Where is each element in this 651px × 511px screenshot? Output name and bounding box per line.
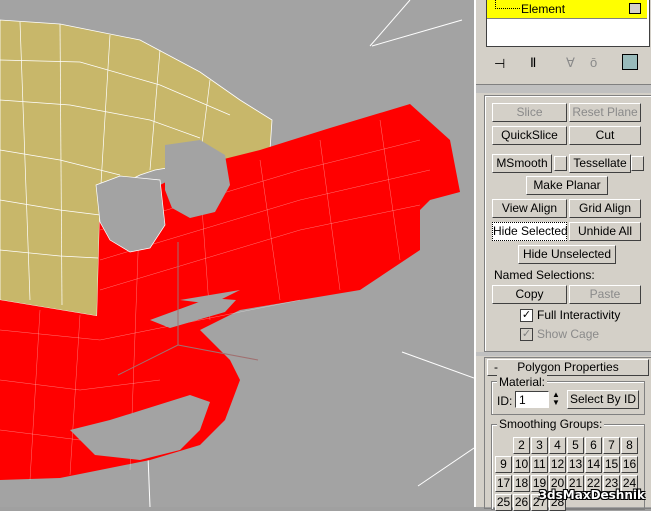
smoothing-group-6-button[interactable]: 6 — [585, 437, 602, 454]
material-id-spinner[interactable]: ▲ ▼ — [551, 391, 561, 408]
divider — [476, 352, 651, 356]
pin-stack-icon[interactable]: ⊣ — [494, 56, 505, 72]
unhide-all-button[interactable]: Unhide All — [569, 222, 641, 241]
smoothing-group-15-button[interactable]: 15 — [603, 456, 620, 473]
smoothing-group-3-button[interactable]: 3 — [531, 437, 548, 454]
polygon-properties-header[interactable]: - Polygon Properties — [487, 359, 649, 376]
stack-toolbar: ⊣ Ⅱ ∀ ō — [486, 52, 648, 76]
material-id-field[interactable]: 1 — [515, 391, 549, 408]
copy-button[interactable]: Copy — [492, 285, 567, 304]
smoothing-group-4-button[interactable]: 4 — [549, 437, 566, 454]
smoothing-group-7-button[interactable]: 7 — [603, 437, 620, 454]
command-panel: Element ⊣ Ⅱ ∀ ō Slice Reset Plane QuickS… — [474, 0, 651, 511]
full-interactivity-checkbox[interactable]: ✓ — [520, 309, 533, 322]
stack-item-label: Element — [521, 2, 566, 16]
smoothing-group-17-button[interactable]: 17 — [495, 475, 512, 492]
divider — [476, 84, 651, 93]
modifier-stack-list[interactable]: Element — [486, 0, 650, 47]
smoothing-group-25-button[interactable]: 25 — [495, 494, 512, 511]
smoothing-group-26-button[interactable]: 26 — [513, 494, 530, 511]
smoothing-group-12-button[interactable]: 12 — [549, 456, 566, 473]
msmooth-button[interactable]: MSmooth — [492, 154, 552, 173]
make-unique-icon[interactable]: ∀ — [566, 55, 575, 71]
rollout-title: Polygon Properties — [517, 360, 619, 374]
smoothing-group-14-button[interactable]: 14 — [585, 456, 602, 473]
material-id-value: 1 — [519, 393, 526, 407]
smoothing-group-2-button[interactable]: 2 — [513, 437, 530, 454]
show-cage-label: Show Cage — [537, 327, 600, 341]
material-label: Material: — [497, 375, 548, 389]
view-align-button[interactable]: View Align — [492, 199, 567, 218]
smoothing-group-9-button[interactable]: 9 — [495, 456, 512, 473]
hide-selected-button[interactable]: Hide Selected — [492, 222, 568, 241]
reset-plane-button[interactable]: Reset Plane — [569, 103, 641, 122]
hide-unselected-button[interactable]: Hide Unselected — [518, 245, 616, 264]
smoothing-group-5-button[interactable]: 5 — [567, 437, 584, 454]
perspective-viewport[interactable] — [0, 0, 474, 507]
quickslice-button[interactable]: QuickSlice — [492, 126, 567, 145]
smoothing-group-18-button[interactable]: 18 — [513, 475, 530, 492]
smoothing-groups-label: Smoothing Groups: — [497, 417, 605, 431]
edit-geometry-rollout: Slice Reset Plane QuickSlice Cut MSmooth… — [484, 95, 651, 352]
smoothing-group-13-button[interactable]: 13 — [567, 456, 584, 473]
smoothing-group-11-button[interactable]: 11 — [531, 456, 548, 473]
make-planar-button[interactable]: Make Planar — [526, 176, 608, 195]
configure-sets-icon[interactable] — [622, 54, 638, 70]
polygon-properties-rollout: - Polygon Properties Material: ID: 1 ▲ ▼ … — [484, 357, 651, 511]
tessellate-settings-button[interactable] — [631, 156, 644, 171]
material-id-label: ID: — [497, 394, 513, 408]
watermark: 3dsMaxDeshnik — [538, 488, 645, 502]
smoothing-group-8-button[interactable]: 8 — [621, 437, 638, 454]
element-subobject-icon — [629, 3, 641, 14]
remove-modifier-icon[interactable]: ō — [590, 55, 597, 70]
stack-tree-line — [495, 0, 520, 9]
tessellate-button[interactable]: Tessellate — [569, 154, 631, 173]
smoothing-group-16-button[interactable]: 16 — [621, 456, 638, 473]
grid-align-button[interactable]: Grid Align — [569, 199, 641, 218]
select-by-id-button[interactable]: Select By ID — [567, 390, 639, 409]
mesh-render — [0, 0, 474, 507]
slice-button[interactable]: Slice — [492, 103, 567, 122]
show-cage-checkbox[interactable]: ✓ — [520, 328, 533, 341]
named-selections-label: Named Selections: — [494, 268, 595, 282]
stack-item-element[interactable]: Element — [487, 0, 647, 19]
cut-button[interactable]: Cut — [569, 126, 641, 145]
msmooth-settings-button[interactable] — [554, 156, 567, 171]
paste-button[interactable]: Paste — [569, 285, 641, 304]
full-interactivity-label: Full Interactivity — [537, 308, 621, 322]
smoothing-group-10-button[interactable]: 10 — [513, 456, 530, 473]
show-end-result-icon[interactable]: Ⅱ — [530, 55, 536, 71]
